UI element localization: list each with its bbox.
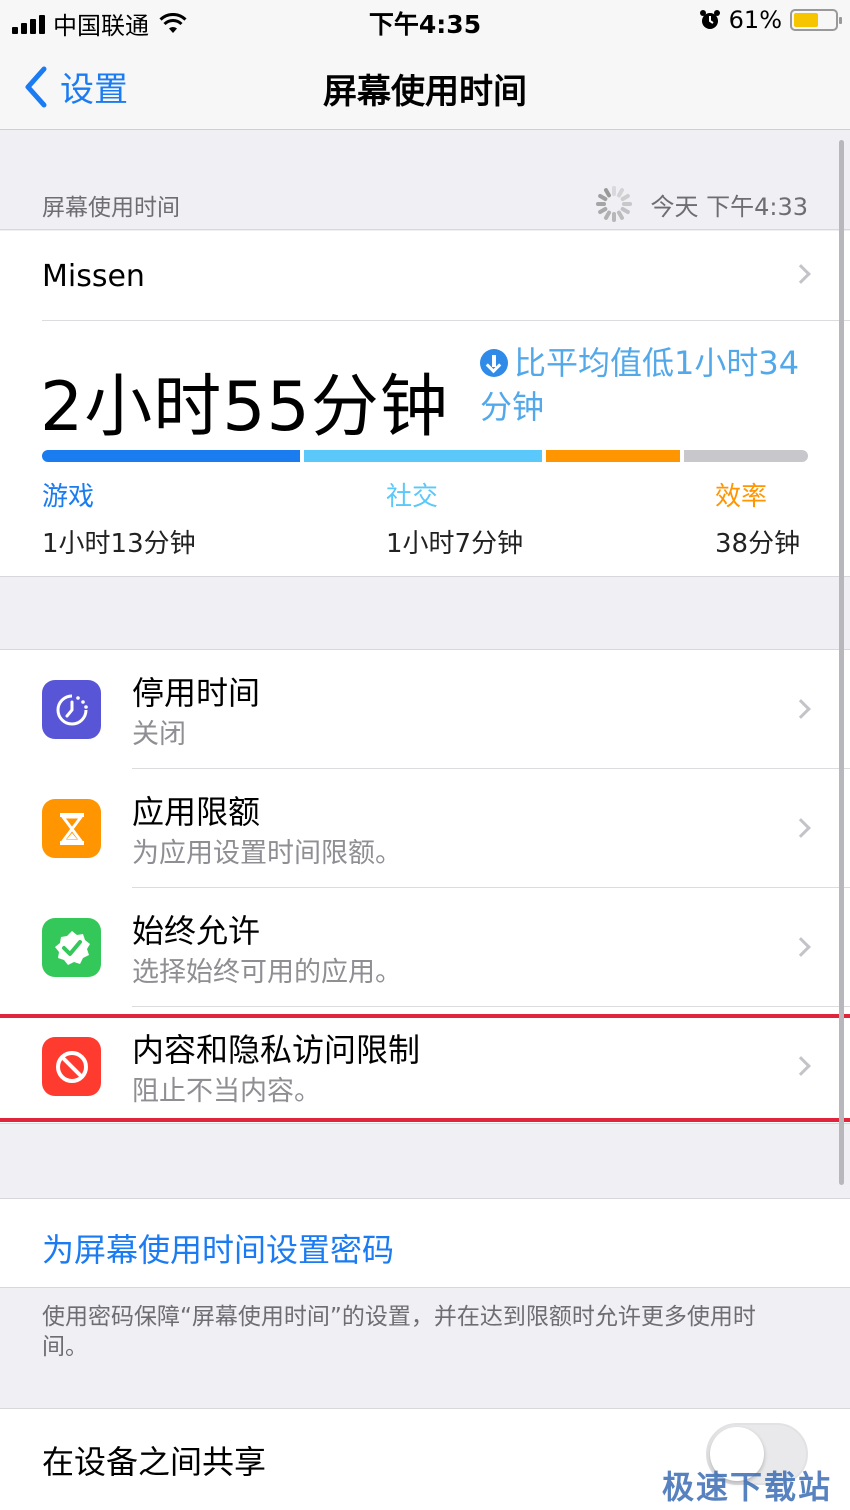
loading-spinner-icon	[594, 184, 634, 224]
comparison-text: 比平均值低1小时34分钟	[480, 344, 800, 426]
usage-bar	[42, 450, 808, 462]
category-social: 社交 1小时7分钟	[386, 476, 523, 560]
row-title: 停用时间	[132, 674, 261, 712]
category-name: 社交	[386, 482, 439, 512]
navigation-bar: 设置 屏幕使用时间	[0, 40, 850, 130]
row-subtitle: 为应用设置时间限额。	[132, 838, 402, 869]
share-label: 在设备之间共享	[42, 1443, 267, 1481]
downtime-row[interactable]: 停用时间 关闭	[0, 650, 850, 769]
user-row[interactable]: Missen	[0, 231, 850, 320]
usage-segment	[545, 450, 681, 462]
checkmark-badge-icon	[42, 918, 101, 977]
total-usage-time: 2小时55分钟	[40, 368, 449, 447]
chevron-right-icon	[791, 1056, 811, 1076]
row-title: 内容和隐私访问限制	[132, 1031, 421, 1069]
scrollbar[interactable]	[839, 140, 844, 1185]
usage-segment	[684, 450, 808, 462]
category-value: 38分钟	[715, 529, 801, 559]
spinner-tick	[612, 212, 617, 222]
row-subtitle: 关闭	[132, 719, 186, 750]
updated-status: 今天 下午4:33	[594, 184, 808, 224]
row-title: 应用限额	[132, 793, 261, 831]
category-value: 1小时13分钟	[42, 529, 196, 559]
status-bar: 中国联通 下午4:35 61%	[0, 0, 850, 40]
always-allowed-row[interactable]: 始终允许 选择始终可用的应用。	[0, 888, 850, 1007]
updated-time: 今天 下午4:33	[650, 192, 808, 221]
passcode-note: 使用密码保障“屏幕使用时间”的设置，并在达到限额时允许更多使用时间。	[42, 1304, 756, 1360]
category-games: 游戏 1小时13分钟	[42, 476, 196, 560]
category-value: 1小时7分钟	[386, 529, 524, 559]
page-title: 屏幕使用时间	[323, 72, 527, 112]
user-name: Missen	[42, 259, 145, 294]
battery-percent: 61%	[728, 6, 782, 34]
set-passcode-link[interactable]: 为屏幕使用时间设置密码	[42, 1225, 394, 1271]
spinner-tick	[622, 202, 633, 206]
category-name: 游戏	[42, 482, 95, 512]
spinner-tick	[596, 202, 607, 206]
spinner-tick	[603, 209, 613, 221]
chevron-right-icon	[791, 699, 811, 719]
chevron-right-icon	[791, 264, 811, 284]
row-title: 始终允许	[132, 912, 261, 950]
downtime-icon	[42, 680, 101, 739]
category-productivity: 效率 38分钟	[715, 476, 800, 560]
arrow-down-circle-icon	[480, 349, 508, 377]
chevron-right-icon	[791, 937, 811, 957]
usage-segment	[42, 450, 301, 462]
app-limits-row[interactable]: 应用限额 为应用设置时间限额。	[0, 769, 850, 888]
alarm-icon	[699, 10, 720, 29]
row-subtitle: 选择始终可用的应用。	[132, 957, 402, 988]
category-name: 效率	[715, 482, 768, 512]
spinner-tick	[620, 193, 632, 202]
passcode-section: 为屏幕使用时间设置密码	[0, 1198, 850, 1288]
battery-fill	[794, 13, 819, 27]
usage-summary-card: Missen 2小时55分钟 比平均值低1小时34分钟 游戏 1小时13分钟 社…	[0, 231, 850, 577]
content-privacy-restrictions-row[interactable]: 内容和隐私访问限制 阻止不当内容。	[0, 1007, 850, 1126]
section-label: 屏幕使用时间	[42, 195, 180, 221]
restriction-icon	[42, 1037, 101, 1096]
battery-icon	[790, 9, 842, 31]
chevron-right-icon	[791, 818, 811, 838]
average-comparison: 比平均值低1小时34分钟	[480, 341, 815, 429]
divider	[42, 320, 850, 321]
summary-section-header: 屏幕使用时间 今天 下午4:33	[0, 130, 850, 230]
watermark: 极速下载站	[661, 1468, 832, 1506]
row-subtitle: 阻止不当内容。	[132, 1076, 321, 1107]
status-right: 61%	[699, 6, 842, 34]
hourglass-icon	[42, 799, 101, 858]
settings-list: 停用时间 关闭 应用限额 为应用设置时间限额。 始终允许 选择始终可用的应用。	[0, 649, 850, 1124]
usage-segment	[304, 450, 542, 462]
